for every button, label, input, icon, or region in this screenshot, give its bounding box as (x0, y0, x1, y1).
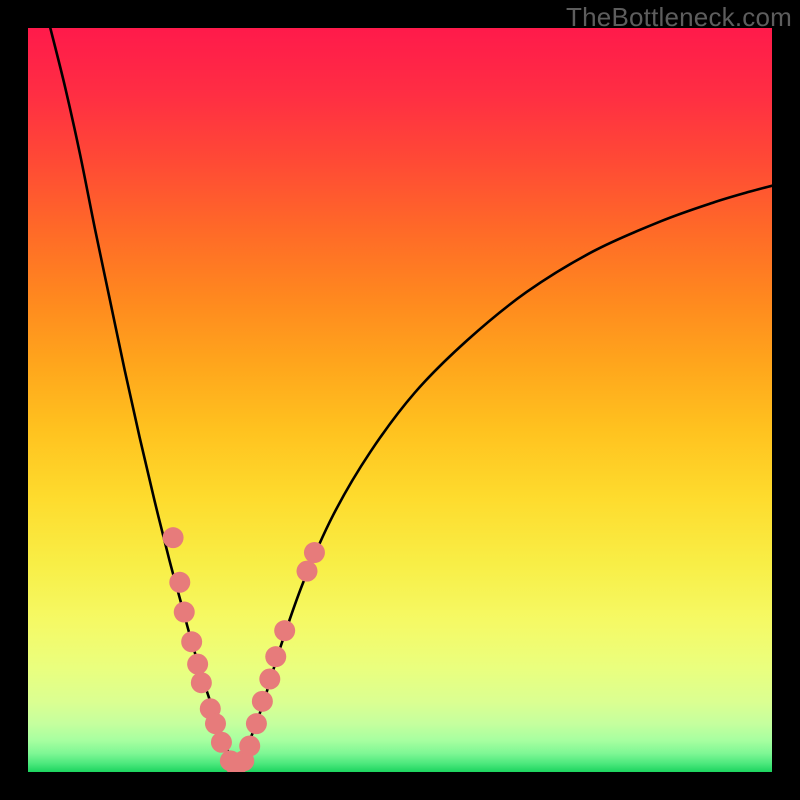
scatter-dot (169, 572, 190, 593)
chart-frame: TheBottleneck.com (0, 0, 800, 800)
scatter-dot (265, 646, 286, 667)
scatter-dot (239, 735, 260, 756)
scatter-dot (274, 620, 295, 641)
plot-area (28, 28, 772, 772)
scatter-dot (187, 654, 208, 675)
scatter-dot (246, 713, 267, 734)
scatter-dot (259, 669, 280, 690)
scatter-dot (174, 602, 195, 623)
scatter-dot (191, 672, 212, 693)
chart-svg (28, 28, 772, 772)
gradient-background (28, 28, 772, 772)
scatter-dot (163, 527, 184, 548)
scatter-dot (252, 691, 273, 712)
scatter-dot (304, 542, 325, 563)
scatter-dot (211, 732, 232, 753)
scatter-dot (205, 713, 226, 734)
watermark-text: TheBottleneck.com (566, 2, 792, 33)
scatter-dot (297, 561, 318, 582)
scatter-dot (181, 631, 202, 652)
